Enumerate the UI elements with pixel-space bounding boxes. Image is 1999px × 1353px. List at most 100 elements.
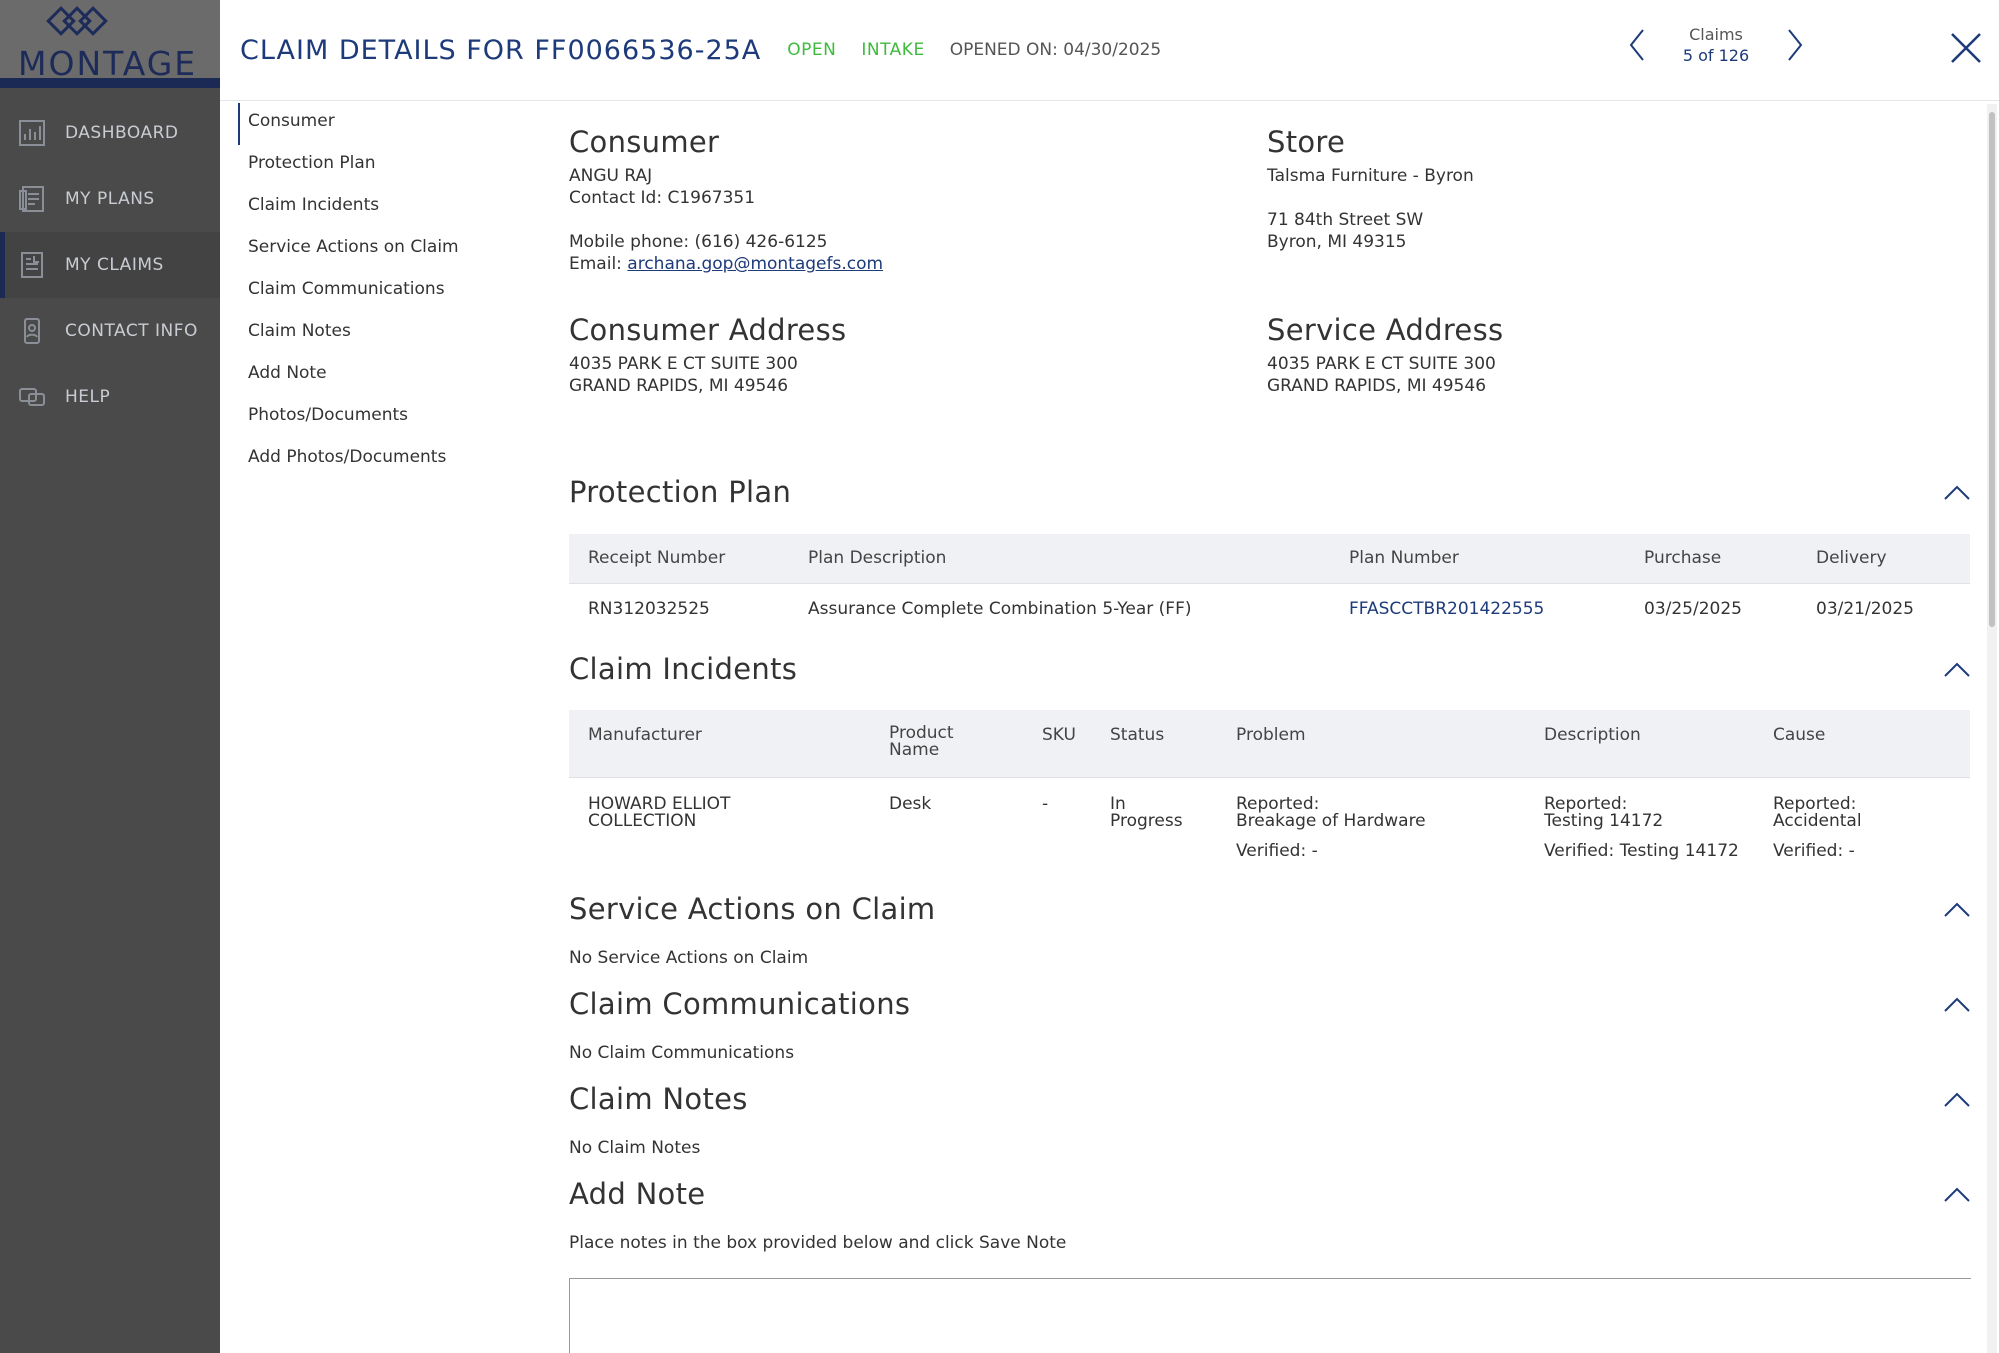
logo-text: MONTAGE — [18, 44, 198, 83]
column-header: Description — [1544, 725, 1641, 745]
consumer-section: Consumer ANGU RAJ Contact Id: C1967351 M… — [569, 125, 883, 275]
chevron-up-icon — [1944, 662, 1970, 677]
claim-details-modal: CLAIM DETAILS FOR FF0066536-25A OPEN INT… — [220, 0, 1999, 1353]
section-link-protection-plan[interactable]: Protection Plan — [238, 145, 498, 187]
contact-icon — [16, 315, 48, 347]
consumer-address-heading: Consumer Address — [569, 313, 847, 347]
chevron-up-icon — [1944, 1187, 1970, 1202]
consumer-email-row: Email: archana.gop@montagefs.com — [569, 253, 883, 275]
store-name: Talsma Furniture - Byron — [1267, 166, 1474, 186]
consumer-contact-id: Contact Id: C1967351 — [569, 188, 756, 208]
section-nav: Consumer Protection Plan Claim Incidents… — [238, 101, 498, 481]
protection-plan-table: Receipt Number Plan Description Plan Num… — [569, 534, 1970, 633]
section-link-add-note[interactable]: Add Note — [238, 355, 498, 397]
note-textarea[interactable] — [569, 1278, 1971, 1353]
consumer-address-section: Consumer Address 4035 PARK E CT SUITE 30… — [569, 313, 846, 397]
description-reported-value: Testing 14172 — [1544, 810, 1664, 831]
section-link-consumer[interactable]: Consumer — [238, 103, 498, 145]
sidebar-item-help[interactable]: HELP — [0, 364, 220, 430]
delivery-date: 03/21/2025 — [1816, 598, 1914, 619]
claim-communications-empty: No Claim Communications — [569, 1043, 795, 1063]
status-badge-open: OPEN — [787, 40, 837, 60]
plan-description: Assurance Complete Combination 5-Year (F… — [808, 598, 1192, 619]
content-scrollbar[interactable] — [1987, 104, 1997, 1353]
column-header: Name — [889, 740, 940, 760]
protection-plan-heading: Protection Plan — [569, 475, 792, 509]
previous-claim-button[interactable] — [1623, 25, 1651, 65]
table-header-row: Receipt Number Plan Description Plan Num… — [569, 534, 1970, 583]
incident-product: Desk — [889, 793, 932, 814]
plan-number-link[interactable]: FFASCCTBR201422555 — [1349, 599, 1544, 619]
claim-notes-collapse-button[interactable] — [1943, 1090, 1971, 1110]
store-heading: Store — [1267, 125, 1346, 159]
consumer-email-label: Email: — [569, 254, 628, 274]
section-link-claim-incidents[interactable]: Claim Incidents — [238, 187, 498, 229]
column-header: Plan Description — [808, 548, 947, 568]
cause-verified: Verified: - — [1773, 840, 1855, 861]
section-link-claim-notes[interactable]: Claim Notes — [238, 313, 498, 355]
logo-mark-icon — [46, 6, 108, 36]
sidebar-item-label: DASHBOARD — [65, 123, 179, 143]
section-link-service-actions[interactable]: Service Actions on Claim — [238, 229, 498, 271]
incident-cause: Reported: Accidental Verified: - — [1754, 777, 1970, 877]
modal-header: CLAIM DETAILS FOR FF0066536-25A OPEN INT… — [220, 0, 1999, 101]
column-header: Status — [1110, 725, 1165, 745]
problem-reported-value: Breakage of Hardware — [1236, 810, 1426, 831]
next-claim-button[interactable] — [1781, 25, 1809, 65]
sidebar-item-label: HELP — [65, 387, 111, 407]
consumer-address-line1: 4035 PARK E CT SUITE 300 — [569, 354, 798, 374]
table-row: HOWARD ELLIOT COLLECTION Desk - In Progr… — [569, 777, 1970, 877]
montage-logo[interactable]: MONTAGE — [0, 0, 220, 88]
chevron-up-icon — [1944, 997, 1970, 1012]
incident-manufacturer: HOWARD ELLIOT COLLECTION — [569, 777, 870, 877]
claims-icon — [16, 249, 48, 281]
claim-notes-header: Claim Notes — [569, 1082, 1971, 1126]
sidebar-item-label: CONTACT INFO — [65, 321, 198, 341]
chevron-left-icon — [1629, 29, 1644, 61]
section-link-claim-communications[interactable]: Claim Communications — [238, 271, 498, 313]
consumer-email-link[interactable]: archana.gop@montagefs.com — [627, 254, 883, 274]
add-note-header: Add Note — [569, 1177, 1971, 1221]
table-row: RN312032525 Assurance Complete Combinati… — [569, 583, 1970, 633]
claim-communications-collapse-button[interactable] — [1943, 995, 1971, 1015]
column-header: Plan Number — [1349, 548, 1459, 568]
store-address-line2: Byron, MI 49315 — [1267, 232, 1407, 252]
manufacturer-line: COLLECTION — [588, 810, 697, 831]
close-button[interactable] — [1948, 30, 1984, 66]
sidebar-item-my-plans[interactable]: MY PLANS — [0, 166, 220, 232]
chevron-up-icon — [1944, 1092, 1970, 1107]
add-note-instructions: Place notes in the box provided below an… — [569, 1233, 1067, 1253]
pager-label: Claims — [1689, 25, 1743, 44]
problem-verified: Verified: - — [1236, 840, 1318, 861]
section-link-photos-documents[interactable]: Photos/Documents — [238, 397, 498, 439]
add-note-collapse-button[interactable] — [1943, 1185, 1971, 1205]
sidebar-item-dashboard[interactable]: DASHBOARD — [0, 100, 220, 166]
column-header: Manufacturer — [588, 725, 702, 745]
store-section: Store Talsma Furniture - Byron 71 84th S… — [1267, 125, 1474, 253]
add-note-heading: Add Note — [569, 1177, 706, 1211]
protection-plan-collapse-button[interactable] — [1943, 483, 1971, 503]
protection-plan-header: Protection Plan — [569, 475, 1971, 519]
section-link-add-photos-documents[interactable]: Add Photos/Documents — [238, 439, 498, 481]
incident-description: Reported: Testing 14172 Verified: Testin… — [1525, 777, 1754, 877]
scrollbar-thumb[interactable] — [1989, 112, 1995, 627]
sidebar-nav: DASHBOARD MY PLANS MY CLAIMS CONTACT INF… — [0, 100, 220, 430]
service-address-section: Service Address 4035 PARK E CT SUITE 300… — [1267, 313, 1503, 397]
service-actions-collapse-button[interactable] — [1943, 900, 1971, 920]
cause-reported-label: Reported: — [1773, 793, 1857, 814]
claims-pager: Claims 5 of 126 — [1623, 24, 1809, 66]
service-address-line2: GRAND RAPIDS, MI 49546 — [1267, 376, 1487, 396]
column-header: Problem — [1236, 725, 1306, 745]
column-header: SKU — [1042, 725, 1076, 745]
claim-notes-heading: Claim Notes — [569, 1082, 748, 1116]
plans-icon — [16, 183, 48, 215]
service-address-heading: Service Address — [1267, 313, 1504, 347]
sidebar-item-my-claims[interactable]: MY CLAIMS — [0, 232, 220, 298]
claim-incidents-collapse-button[interactable] — [1943, 660, 1971, 680]
status-badge-stage: INTAKE — [861, 40, 925, 60]
pager-text: Claims 5 of 126 — [1651, 24, 1781, 66]
sidebar-item-contact-info[interactable]: CONTACT INFO — [0, 298, 220, 364]
column-header-product-name: Product Name — [870, 710, 1023, 777]
plan-number: FFASCCTBR201422555 — [1330, 583, 1625, 633]
pager-count: 5 of 126 — [1682, 46, 1750, 65]
